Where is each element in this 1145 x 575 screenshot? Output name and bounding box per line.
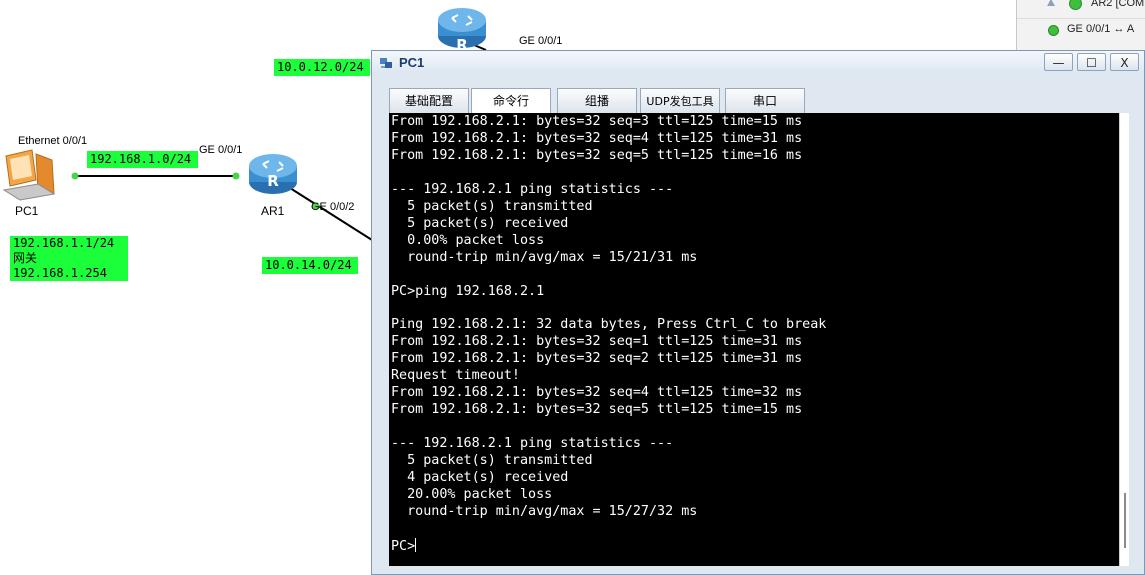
- close-button[interactable]: X: [1110, 53, 1139, 71]
- terminal-scrollbar[interactable]: [1119, 113, 1129, 566]
- pc1-gateway-label: 网关: [13, 251, 38, 265]
- terminal-line: --- 192.168.2.1 ping statistics ---: [391, 436, 674, 452]
- window-title: PC1: [399, 55, 425, 70]
- window-titlebar[interactable]: PC1 — ☐ X: [372, 51, 1144, 75]
- minimize-button[interactable]: —: [1044, 53, 1073, 71]
- terminal-line: 4 packet(s) received: [391, 470, 569, 486]
- port-label-ar1-ge002: GE 0/0/2: [311, 201, 355, 213]
- pc-window-icon: [380, 58, 392, 68]
- svg-text:R: R: [267, 172, 279, 190]
- terminal-line: PC>ping 192.168.2.1: [391, 283, 545, 299]
- status-ok-icon: [1048, 25, 1059, 36]
- terminal-output[interactable]: From 192.168.2.1: bytes=32 seq=3 ttl=125…: [389, 113, 1119, 566]
- terminal-line: From 192.168.2.1: bytes=32 seq=4 ttl=125…: [391, 385, 803, 401]
- maximize-button[interactable]: ☐: [1077, 53, 1106, 71]
- terminal-line: round-trip min/avg/max = 15/27/32 ms: [391, 503, 698, 519]
- tab-multicast[interactable]: 组播: [557, 88, 637, 113]
- terminal-line: 5 packet(s) received: [391, 215, 569, 231]
- terminal-line: Ping 192.168.2.1: 32 data bytes, Press C…: [391, 317, 827, 333]
- terminal-line: From 192.168.2.1: bytes=32 seq=5 ttl=125…: [391, 147, 803, 163]
- network-label-192-168-1[interactable]: 192.168.1.0/24: [87, 151, 198, 168]
- terminal-line: 5 packet(s) transmitted: [391, 198, 593, 214]
- link-ar1-ar4[interactable]: [289, 187, 373, 241]
- port-dot-ar1-ge001: [232, 172, 240, 180]
- device-list-label-link: GE 0/0/1 ↔ A: [1067, 23, 1135, 35]
- terminal-line: From 192.168.2.1: bytes=32 seq=1 ttl=125…: [391, 334, 803, 350]
- terminal-line: 20.00% packet loss: [391, 486, 553, 502]
- pc1-gateway-ip: 192.168.1.254: [13, 266, 107, 280]
- device-list-label-ar2: AR2 [COM: [1091, 0, 1145, 9]
- scrollbar-thumb[interactable]: [1124, 493, 1126, 548]
- port-label-ar1-ge001: GE 0/0/1: [199, 144, 243, 156]
- network-label-10-0-14[interactable]: 10.0.14.0/24: [262, 257, 358, 274]
- tab-basic-config[interactable]: 基础配置: [389, 88, 469, 113]
- device-label-ar1: AR1: [261, 204, 285, 218]
- terminal-line: 5 packet(s) transmitted: [391, 453, 593, 469]
- pc1-address-note[interactable]: 192.168.1.1/24 网关 192.168.1.254: [10, 236, 128, 281]
- terminal-line: Request timeout!: [391, 368, 520, 384]
- terminal-line: From 192.168.2.1: bytes=32 seq=2 ttl=125…: [391, 351, 803, 367]
- router-icon[interactable]: R: [249, 154, 297, 194]
- terminal-line: --- 192.168.2.1 ping statistics ---: [391, 181, 674, 197]
- device-label-pc1: PC1: [15, 204, 39, 218]
- pc1-console-window[interactable]: PC1 — ☐ X 基础配置 命令行 组播 UDP发包工具 串口 From 19…: [371, 50, 1145, 575]
- status-ok-icon: [1069, 0, 1082, 10]
- pc1-ip: 192.168.1.1/24: [13, 236, 115, 250]
- tab-command-line[interactable]: 命令行: [471, 88, 551, 114]
- device-list-row-ar2[interactable]: AR2 [COM: [1017, 0, 1145, 13]
- terminal-line: From 192.168.2.1: bytes=32 seq=5 ttl=125…: [391, 402, 803, 418]
- terminal-line: PC>: [391, 538, 416, 554]
- port-label-pc1-eth: Ethernet 0/0/1: [18, 135, 88, 147]
- device-list-row-link[interactable]: GE 0/0/1 ↔ A: [1017, 18, 1145, 39]
- device-list-panel: AR2 [COM GE 0/0/1 ↔ A: [1016, 0, 1145, 52]
- network-label-10-0-12[interactable]: 10.0.12.0/24: [274, 59, 370, 76]
- port-dot-pc1: [71, 172, 79, 180]
- expand-triangle-icon[interactable]: [1047, 0, 1055, 6]
- pc-icon[interactable]: [2, 149, 56, 201]
- tab-serial[interactable]: 串口: [725, 88, 805, 113]
- text-cursor: [415, 537, 417, 552]
- terminal-line: 0.00% packet loss: [391, 232, 545, 248]
- terminal-text: From 192.168.2.1: bytes=32 seq=3 ttl=125…: [391, 114, 826, 556]
- terminal-line: From 192.168.2.1: bytes=32 seq=3 ttl=125…: [391, 114, 803, 129]
- terminal-line: round-trip min/avg/max = 15/21/31 ms: [391, 249, 698, 265]
- port-label-top-ge001: GE 0/0/1: [519, 35, 563, 47]
- terminal-line: From 192.168.2.1: bytes=32 seq=4 ttl=125…: [391, 130, 803, 146]
- tab-udp-tool[interactable]: UDP发包工具: [640, 88, 720, 113]
